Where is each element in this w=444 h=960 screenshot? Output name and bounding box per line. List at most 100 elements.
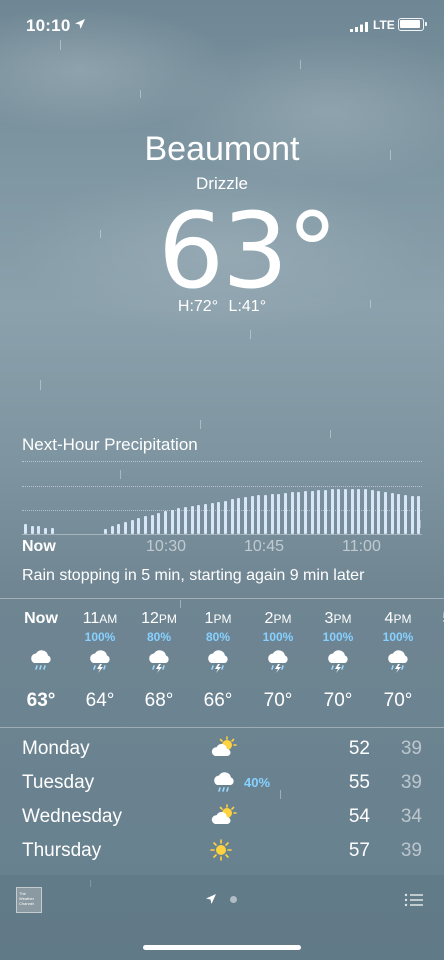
thunderstorm-icon: [208, 650, 228, 673]
precip-bar: [370, 489, 374, 534]
divider: [0, 598, 444, 599]
rain-streak: [140, 90, 141, 98]
precip-gridline: [22, 461, 422, 462]
current-location-page-icon[interactable]: [205, 893, 217, 905]
daily-row-wednesday[interactable]: Wednesday 54 34: [0, 802, 444, 834]
day-name: Thursday: [22, 840, 102, 861]
daily-row-thursday[interactable]: Thursday 57 39: [0, 836, 444, 868]
rain-cloud-icon: [31, 650, 51, 670]
hour-precip-chance: 80%: [205, 630, 231, 644]
hour-temperature: 70°: [323, 690, 353, 711]
low-temperature: L:41°: [228, 298, 267, 315]
daily-row-tuesday[interactable]: Tuesday 40% 55 39: [0, 768, 444, 800]
precip-bar: [117, 524, 121, 534]
hour-time: Now: [24, 610, 58, 627]
hour-precip-chance: 100%: [382, 630, 414, 644]
rain-streak: [200, 420, 201, 429]
precip-bar: [190, 505, 194, 534]
high-temperature: H:72°: [177, 298, 219, 315]
rain-streak: [120, 470, 121, 479]
precip-bar: [237, 498, 241, 534]
precip-bar: [243, 497, 247, 534]
day-low: 34: [400, 806, 422, 827]
precip-bar: [363, 489, 367, 534]
precip-bar: [330, 489, 334, 534]
hour-precip-chance: 100%: [262, 630, 294, 644]
precip-bar: [310, 490, 314, 534]
hour-time: 11AM: [82, 610, 118, 627]
day-low: 39: [400, 840, 422, 861]
precip-bar: [417, 496, 421, 534]
rain-streak: [100, 230, 101, 238]
precip-bar: [137, 517, 141, 534]
axis-label-now: Now: [22, 538, 56, 555]
day-high: 54: [348, 806, 370, 827]
hour-temperature: 66°: [203, 690, 233, 711]
day-high: 55: [348, 772, 370, 793]
precip-bar: [223, 500, 227, 534]
hour-temperature: 70°: [263, 690, 293, 711]
day-high: 52: [348, 738, 370, 759]
precip-bar: [383, 491, 387, 534]
day-name: Wednesday: [22, 806, 122, 827]
battery-icon: [398, 18, 427, 31]
page-indicator-dot[interactable]: [230, 896, 237, 903]
precip-bar: [110, 526, 114, 534]
list-icon[interactable]: [404, 893, 424, 907]
precip-bar: [337, 489, 341, 534]
status-bar: 10:10 LTE: [0, 0, 444, 50]
home-indicator[interactable]: [143, 945, 301, 950]
precip-bar: [217, 501, 221, 534]
thunderstorm-icon: [268, 650, 288, 673]
hour-time: 4PM: [384, 610, 412, 627]
axis-label-1030: 10:30: [146, 538, 187, 555]
cellular-signal-icon: [350, 22, 368, 32]
divider: [0, 727, 444, 728]
precip-bar: [403, 495, 407, 534]
rain-streak: [250, 330, 251, 339]
hour-precip-chance: 100%: [84, 630, 116, 644]
precip-bar: [250, 496, 254, 534]
day-low: 39: [400, 772, 422, 793]
precip-bar: [263, 494, 267, 534]
precip-bar: [283, 493, 287, 534]
precip-bar: [323, 489, 327, 534]
hourly-forecast[interactable]: Now 63° 11AM 100% 64° 12PM 80% 68° 1PM 8…: [0, 600, 444, 726]
high-low: H:72° L:41°: [0, 298, 444, 316]
day-low: 39: [400, 738, 422, 759]
city-name: Beaumont: [144, 130, 300, 168]
precip-bar: [397, 494, 401, 534]
day-precip-chance: 40%: [244, 775, 271, 790]
precip-bar: [303, 491, 307, 534]
precip-bar: [230, 499, 234, 534]
rain-cloud-icon: [214, 772, 234, 792]
daily-row-monday[interactable]: Monday 52 39: [0, 734, 444, 766]
precip-bar: [143, 516, 147, 534]
thunderstorm-icon: [328, 650, 348, 673]
precip-bar: [317, 490, 321, 534]
precip-bar: [37, 526, 41, 534]
weather-channel-logo[interactable]: The Weather Channel: [16, 887, 42, 913]
precip-axis: [22, 534, 422, 535]
day-name: Tuesday: [22, 772, 95, 793]
rain-streak: [300, 60, 301, 69]
hour-temperature: 6: [428, 690, 444, 712]
precip-bar: [277, 493, 281, 534]
precip-bar: [197, 504, 201, 534]
sun-icon: [210, 839, 232, 861]
axis-label-1100: 11:00: [342, 538, 381, 555]
precip-bar: [210, 502, 214, 534]
current-temperature: 63°: [158, 190, 338, 312]
precip-bar: [297, 491, 301, 534]
status-time: 10:10: [26, 16, 71, 35]
hour-time: 1PM: [204, 610, 232, 627]
partly-sunny-icon: [211, 736, 237, 756]
rain-streak: [40, 380, 41, 390]
precip-bar: [157, 512, 161, 534]
precip-bar: [150, 514, 154, 534]
rain-streak: [330, 430, 331, 438]
hour-time: 5PM: [428, 610, 444, 628]
hour-temperature: 63°: [26, 690, 56, 711]
hour-temperature: 68°: [144, 690, 174, 711]
thunderstorm-icon: [90, 650, 110, 673]
